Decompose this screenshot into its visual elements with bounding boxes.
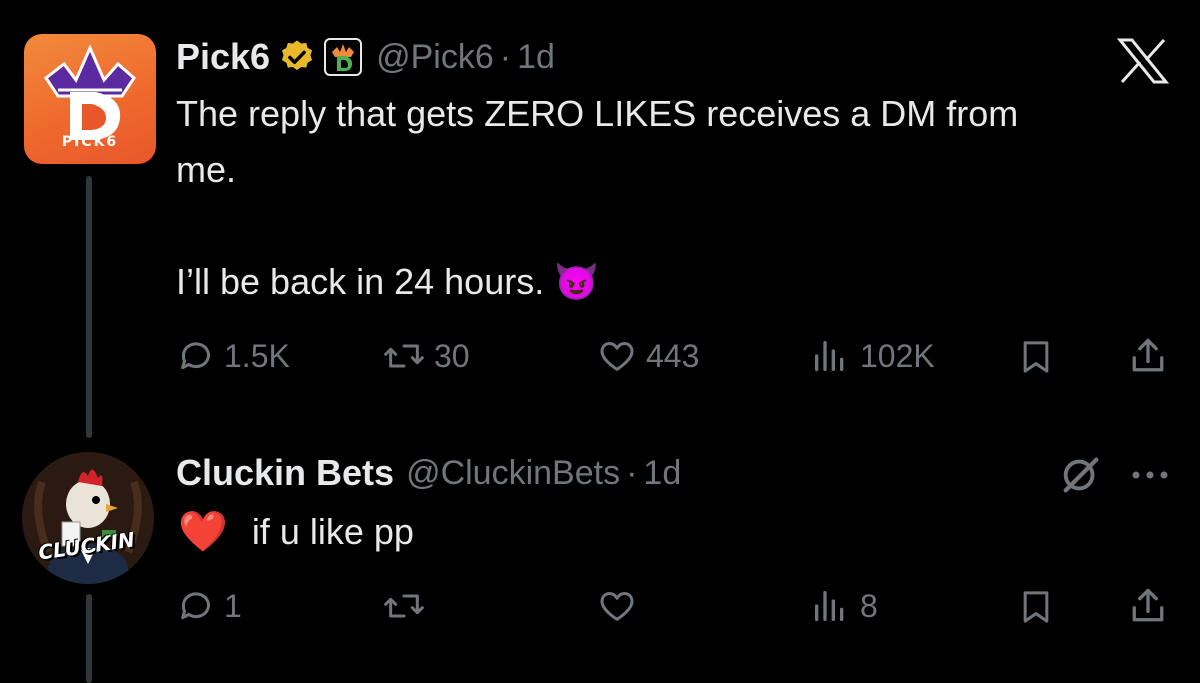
like-button[interactable]: 443 xyxy=(596,336,699,376)
views-icon xyxy=(815,591,844,621)
reply-count: 1 xyxy=(224,587,242,624)
share-button[interactable] xyxy=(1126,334,1170,378)
like-icon xyxy=(600,592,634,621)
author-handle[interactable]: @CluckinBets xyxy=(406,454,620,493)
repost-button[interactable] xyxy=(382,586,426,626)
reply-header: Cluckin Bets @CluckinBets · 1d xyxy=(176,450,681,496)
reply-text-line: ❤️ if u like pp xyxy=(178,504,414,560)
like-button[interactable] xyxy=(596,586,638,626)
repost-button[interactable]: 30 xyxy=(382,336,470,376)
x-logo-icon[interactable] xyxy=(1116,36,1170,91)
views-count: 8 xyxy=(860,587,878,624)
tweet-text: The reply that gets ZERO LIKES receives … xyxy=(176,93,1019,302)
separator-dot: · xyxy=(626,453,638,492)
reply-icon xyxy=(181,342,210,370)
separator-dot: · xyxy=(499,37,512,76)
thread-line xyxy=(86,176,92,438)
reply-button[interactable]: 1 xyxy=(176,586,242,626)
reply-icon xyxy=(181,592,210,620)
bookmark-icon xyxy=(1023,591,1049,623)
repost-icon xyxy=(384,344,424,368)
share-icon xyxy=(1132,338,1164,372)
bookmark-button[interactable] xyxy=(1016,586,1056,628)
bookmark-icon xyxy=(1023,341,1049,373)
views-icon xyxy=(815,341,844,371)
author-name[interactable]: Cluckin Bets xyxy=(176,452,394,494)
share-icon xyxy=(1132,588,1164,622)
views-button[interactable]: 8 xyxy=(808,586,878,626)
heart-emoji: ❤️ xyxy=(178,510,228,554)
more-icon[interactable] xyxy=(1128,460,1172,495)
author-handle[interactable]: @Pick6 xyxy=(376,38,494,77)
repost-icon xyxy=(384,594,424,618)
share-button[interactable] xyxy=(1126,584,1170,628)
reply-button[interactable]: 1.5K xyxy=(176,336,290,376)
bookmark-button[interactable] xyxy=(1016,336,1056,378)
grok-icon[interactable] xyxy=(1058,452,1104,503)
tweet-timestamp[interactable]: 1d xyxy=(517,38,555,77)
thread-line xyxy=(86,594,92,683)
reply-timestamp[interactable]: 1d xyxy=(643,454,681,493)
repost-count: 30 xyxy=(434,337,470,374)
author-name[interactable]: Pick6 xyxy=(176,36,270,78)
like-icon xyxy=(600,342,634,371)
draftkings-crown-icon xyxy=(324,38,363,76)
tweet-header: Pick6 @Pick6 · 1d xyxy=(176,34,555,80)
pick6-avatar-label: PICK6 xyxy=(61,134,119,150)
reply-count: 1.5K xyxy=(224,337,290,374)
pick6-logo-icon xyxy=(43,44,136,140)
like-count: 443 xyxy=(646,337,700,374)
views-button[interactable]: 102K xyxy=(808,336,935,376)
cluckinbets-avatar[interactable]: CLUCKIN xyxy=(22,452,154,584)
pick6-avatar[interactable]: PICK6 xyxy=(24,34,156,164)
reply-text: if u like pp xyxy=(251,511,414,552)
verified-badge-icon xyxy=(278,38,316,76)
views-count: 102K xyxy=(860,337,935,374)
